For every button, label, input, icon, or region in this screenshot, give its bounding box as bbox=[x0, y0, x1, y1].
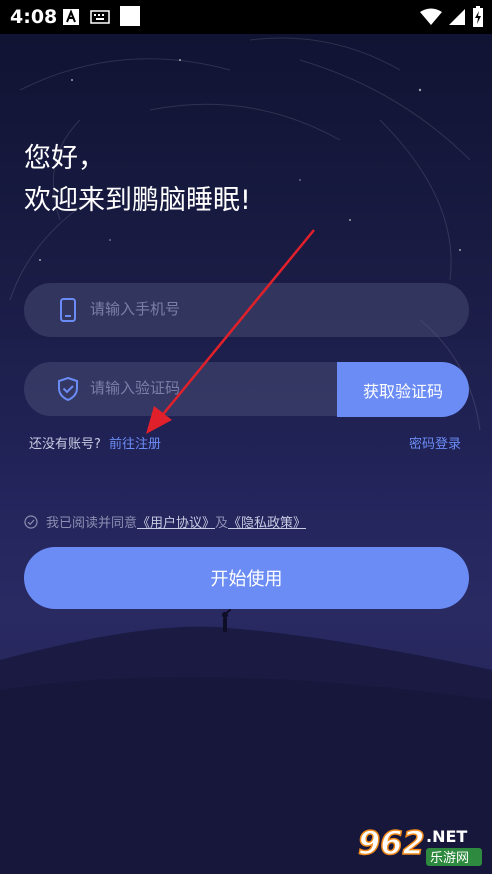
user-agreement-link[interactable]: 《用户协议》 bbox=[137, 512, 215, 531]
notification-icon bbox=[63, 9, 79, 25]
watermark-site: 乐游网 bbox=[430, 851, 469, 866]
greeting: 您好， 欢迎来到鹏脑睡眠! bbox=[24, 138, 251, 222]
code-placeholder: 请输入验证码 bbox=[90, 379, 181, 397]
keyboard-icon bbox=[90, 10, 110, 24]
battery-charging-icon bbox=[473, 6, 483, 27]
register-link[interactable]: 前往注册 bbox=[109, 437, 161, 452]
privacy-policy-link[interactable]: 《隐私政策》 bbox=[228, 512, 306, 531]
signal-icon bbox=[449, 9, 465, 25]
password-login-link[interactable]: 密码登录 bbox=[409, 433, 461, 452]
watermark-number: 962 bbox=[358, 824, 425, 862]
greeting-line1: 您好， bbox=[24, 143, 105, 174]
status-bar: 4:08 bbox=[0, 0, 492, 34]
shield-icon bbox=[58, 376, 78, 402]
agreement-row: 我已阅读并同意 《用户协议》 及 《隐私政策》 bbox=[24, 512, 306, 531]
wifi-icon bbox=[420, 8, 442, 25]
start-button[interactable]: 开始使用 bbox=[24, 547, 469, 609]
agreement-and: 及 bbox=[215, 516, 229, 531]
register-prompt: 还没有账号? bbox=[29, 437, 101, 452]
register-row: 还没有账号? 前往注册 bbox=[29, 433, 161, 452]
phone-icon bbox=[60, 298, 76, 322]
phone-placeholder: 请输入手机号 bbox=[90, 300, 181, 318]
phone-input[interactable]: 请输入手机号 bbox=[24, 283, 469, 337]
checkbox-icon[interactable] bbox=[24, 514, 38, 529]
status-time: 4:08 bbox=[10, 6, 58, 28]
watermark-logo: 962 .NET 乐游网 bbox=[357, 820, 484, 868]
get-code-button[interactable]: 获取验证码 bbox=[337, 362, 469, 417]
watermark-suffix: .NET bbox=[426, 827, 467, 846]
app-icon bbox=[120, 6, 140, 26]
greeting-line2: 欢迎来到鹏脑睡眠! bbox=[24, 185, 251, 216]
verification-code-input[interactable]: 请输入验证码 bbox=[24, 362, 354, 416]
agreement-prefix: 我已阅读并同意 bbox=[46, 516, 138, 531]
